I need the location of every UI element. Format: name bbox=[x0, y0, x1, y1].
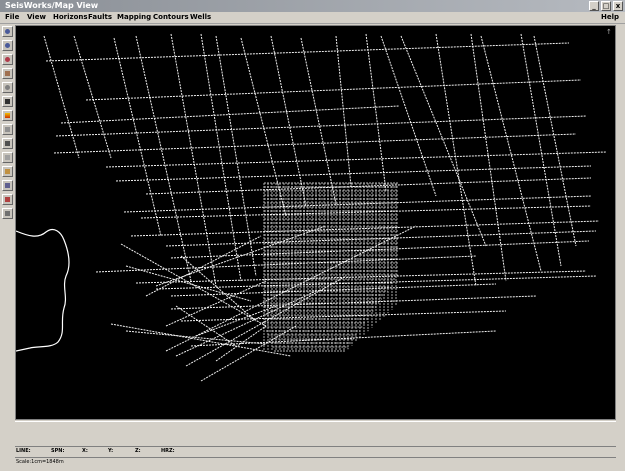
map-canvas[interactable]: ↑ bbox=[15, 25, 616, 420]
seismic-line-ew bbox=[95, 255, 477, 273]
status-hrz: HRZ: bbox=[161, 448, 175, 454]
tool-palette bbox=[2, 26, 14, 222]
minimize-button[interactable]: _ bbox=[589, 1, 599, 11]
status-x: X: bbox=[82, 448, 88, 454]
seismic-line-ew bbox=[170, 295, 537, 310]
seismic-line-ns bbox=[113, 37, 162, 237]
layers-icon[interactable] bbox=[2, 124, 13, 135]
scale-label: Scale:1cm=1848m bbox=[16, 459, 64, 465]
line-select-icon[interactable] bbox=[2, 96, 13, 107]
menu-wells[interactable]: Wells bbox=[190, 13, 211, 21]
menu-contours[interactable]: Contours bbox=[153, 13, 189, 21]
menu-faults[interactable]: Faults bbox=[88, 13, 112, 21]
seismic-line-ew bbox=[180, 310, 507, 322]
seismic-line-ns bbox=[135, 35, 192, 282]
seismic-line-ew bbox=[190, 330, 497, 347]
seismic-line-ns bbox=[480, 35, 542, 272]
seismic-line-ew bbox=[123, 195, 592, 213]
zoom-out-icon[interactable] bbox=[2, 40, 13, 51]
menu-mapping[interactable]: Mapping bbox=[117, 13, 151, 21]
seismic-line-ew bbox=[105, 151, 607, 168]
close-button[interactable]: x bbox=[613, 1, 623, 11]
menu-file[interactable]: File bbox=[5, 13, 19, 21]
seismic-line-ns bbox=[170, 33, 217, 287]
seismic-line-ew bbox=[135, 270, 587, 284]
seismic-line-ns bbox=[470, 33, 507, 282]
seismic-line-ns bbox=[435, 33, 477, 287]
seismic-basemap bbox=[16, 33, 607, 382]
seismic-line-diagonal bbox=[175, 290, 317, 357]
status-y: Y: bbox=[108, 448, 114, 454]
annotate-icon[interactable] bbox=[2, 180, 13, 191]
window-title: SeisWorks/Map View bbox=[5, 1, 99, 10]
seismic-line-ew bbox=[145, 177, 592, 195]
edit-icon[interactable] bbox=[2, 194, 13, 205]
horizontal-scrollbar[interactable] bbox=[15, 421, 616, 436]
menu-horizons[interactable]: Horizons bbox=[53, 13, 88, 21]
print-icon[interactable] bbox=[2, 208, 13, 219]
status-spn: SPN: bbox=[51, 448, 65, 454]
palette-icon[interactable] bbox=[2, 68, 13, 79]
seismic-line-ns bbox=[270, 35, 307, 207]
seismic-line-diagonal bbox=[200, 325, 297, 382]
menu-help[interactable]: Help bbox=[601, 13, 619, 21]
menu-bar: File View Horizons Faults Mapping Contou… bbox=[0, 12, 625, 24]
seismic-line-ns bbox=[400, 35, 487, 247]
menu-view[interactable]: View bbox=[27, 13, 46, 21]
seismic-line-ns bbox=[335, 35, 352, 187]
scale-bar: Scale:1cm=1848m bbox=[15, 457, 616, 468]
seismic-line-ns bbox=[215, 35, 257, 277]
coastline bbox=[16, 228, 70, 352]
status-line: LINE: bbox=[16, 448, 31, 454]
seismic-line-ew bbox=[85, 79, 582, 101]
north-arrow-icon: ↑ bbox=[606, 28, 612, 36]
zoom-reset-icon[interactable] bbox=[2, 54, 13, 65]
maximize-button[interactable]: □ bbox=[601, 1, 611, 11]
status-bar: LINE: SPN: X: Y: Z: HRZ: bbox=[15, 446, 616, 457]
fault-icon[interactable] bbox=[2, 138, 13, 149]
seismic-line-ns bbox=[533, 35, 577, 247]
seismic-line-ew bbox=[45, 42, 570, 62]
seismic-line-ns bbox=[73, 35, 112, 159]
settings-icon[interactable] bbox=[2, 82, 13, 93]
title-bar: SeisWorks/Map View _ □ x bbox=[0, 0, 625, 12]
pick-icon[interactable] bbox=[2, 166, 13, 177]
seismic-line-ew bbox=[53, 133, 577, 154]
seismic-line-ns bbox=[300, 37, 337, 205]
seismic-line-ew bbox=[115, 165, 592, 182]
seismic-line-ns bbox=[43, 35, 80, 159]
seismic-line-ns bbox=[365, 33, 387, 192]
grid-icon[interactable] bbox=[2, 152, 13, 163]
seismic-line-diagonal bbox=[175, 305, 237, 347]
status-z: Z: bbox=[135, 448, 141, 454]
color-bar-icon[interactable] bbox=[2, 110, 13, 121]
seismic-line-ew bbox=[140, 205, 592, 219]
zoom-in-icon[interactable] bbox=[2, 26, 13, 37]
